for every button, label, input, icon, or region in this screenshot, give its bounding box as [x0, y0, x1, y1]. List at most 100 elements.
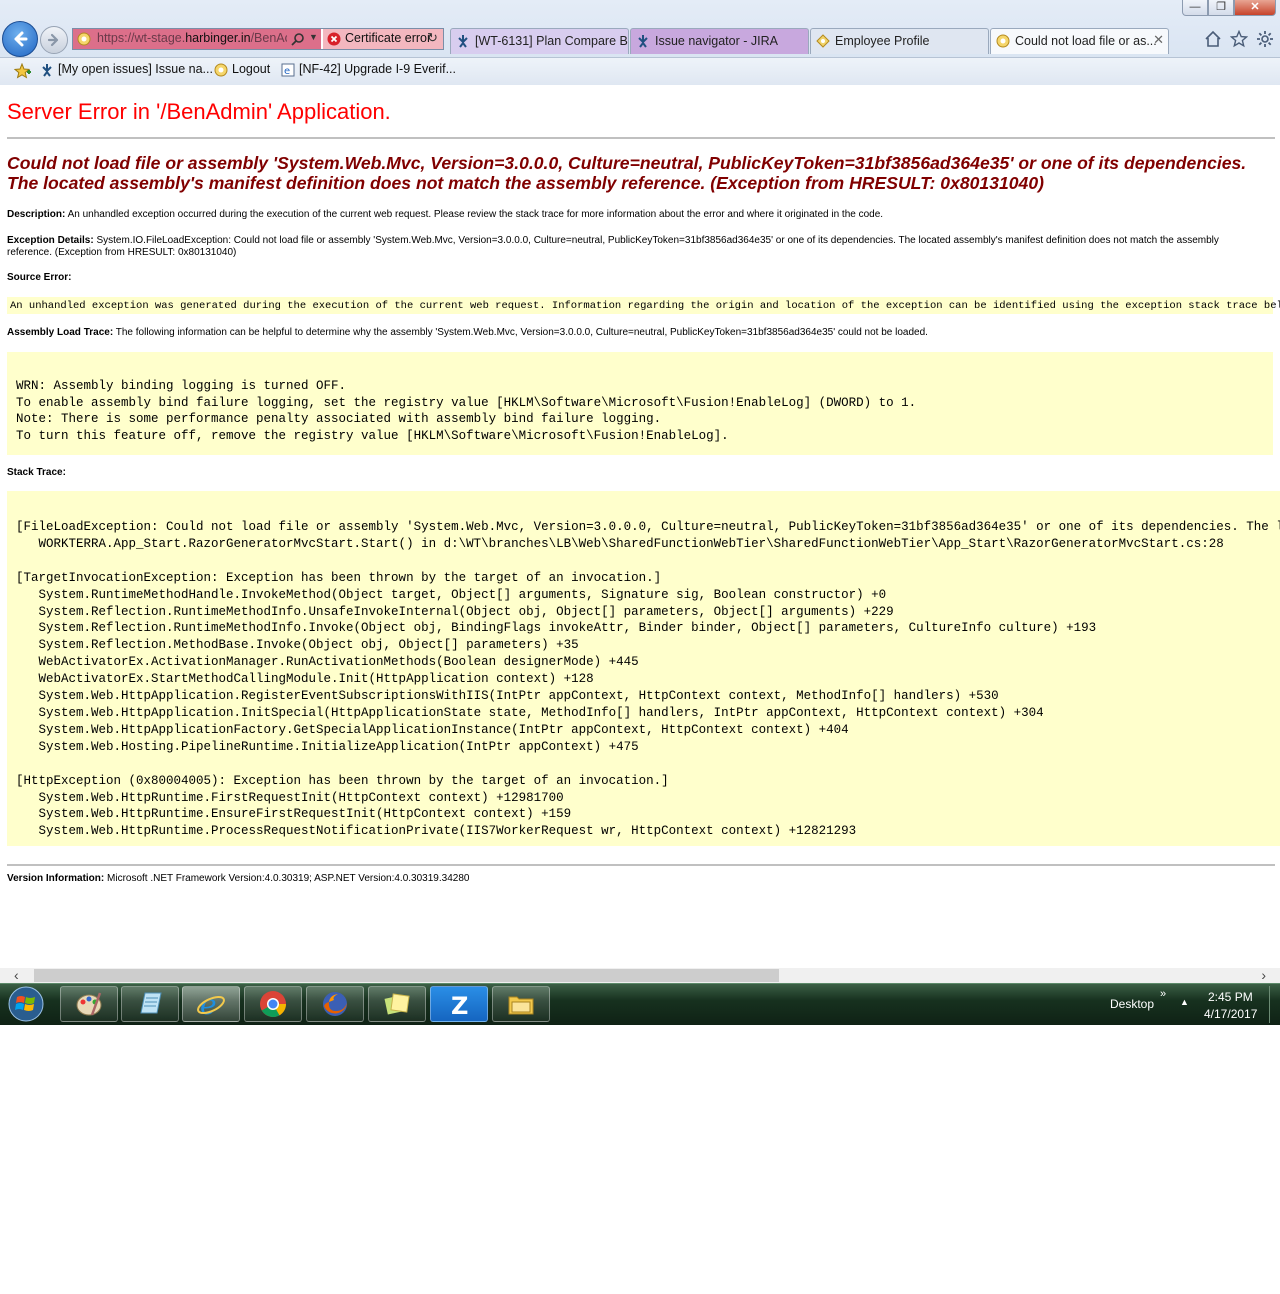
source-error-label: Source Error: — [7, 272, 72, 283]
tab-label: Issue navigator - JIRA — [655, 34, 778, 48]
minimize-button[interactable]: — — [1182, 0, 1208, 16]
warning-box: WRN: Assembly binding logging is turned … — [7, 352, 1273, 455]
clock-time[interactable]: 2:45 PM — [1208, 990, 1253, 1004]
scroll-right-icon[interactable]: › — [1261, 967, 1266, 983]
clock-date[interactable]: 4/17/2017 — [1204, 1007, 1257, 1021]
favorites-bar: [My open issues] Issue na... Logout e [NF… — [0, 57, 1280, 85]
divider — [7, 864, 1275, 866]
taskbar-app-notepad[interactable] — [121, 986, 179, 1022]
exception-details-section: Exception Details: System.IO.FileLoadExc… — [7, 235, 1257, 259]
page-content: Server Error in '/BenAdmin' Application.… — [0, 85, 1280, 968]
tab-issue-navigator[interactable]: Issue navigator - JIRA — [630, 28, 809, 54]
favorite-my-open-issues[interactable]: [My open issues] Issue na... — [40, 62, 213, 77]
assembly-label: Assembly Load Trace: — [7, 327, 114, 338]
taskbar-app-paint[interactable] — [60, 986, 118, 1022]
back-button[interactable] — [2, 21, 38, 57]
version-information: Version Information: Microsoft .NET Fram… — [7, 873, 469, 885]
scrollbar-thumb[interactable] — [34, 969, 779, 982]
taskbar-app-internet-explorer[interactable]: e — [182, 986, 240, 1022]
tab-server-error[interactable]: Could not load file or as... ✕ — [990, 28, 1169, 54]
favorite-label: Logout — [232, 62, 271, 76]
version-label: Version Information: — [7, 873, 105, 884]
folder-icon — [508, 996, 534, 1015]
tab-label: Employee Profile — [835, 34, 930, 48]
favorite-logout[interactable]: Logout — [214, 62, 270, 77]
start-button[interactable] — [4, 984, 48, 1024]
maximize-button[interactable]: ❐ — [1208, 0, 1234, 16]
taskbar-app-chrome[interactable] — [244, 986, 302, 1022]
chrome-icon — [260, 991, 287, 1018]
refresh-icon[interactable]: ↻ — [427, 30, 438, 46]
close-window-button[interactable]: ✕ — [1234, 0, 1276, 16]
exception-text: System.IO.FileLoadException: Could not l… — [7, 235, 1219, 258]
horizontal-scrollbar[interactable]: ‹ › — [0, 967, 1280, 983]
windows-logo-icon — [8, 986, 44, 1022]
warning-text: WRN: Assembly binding logging is turned … — [16, 379, 917, 444]
page-icon — [816, 34, 830, 48]
desktop-toolbar-label[interactable]: Desktop — [1110, 997, 1154, 1011]
search-icon[interactable] — [291, 32, 305, 46]
stack-trace-box: [FileLoadException: Could not load file … — [7, 491, 1280, 846]
favorite-label: [NF-42] Upgrade I-9 Everif... — [299, 62, 457, 76]
show-hidden-icons-icon[interactable]: ▲ — [1180, 997, 1189, 1007]
show-desktop-button[interactable] — [1269, 986, 1280, 1023]
source-error-box: An unhandled exception was generated dur… — [7, 297, 1280, 314]
taskbar-app-sticky-notes[interactable] — [368, 986, 426, 1022]
taskbar-app-zoho[interactable]: Z — [430, 986, 488, 1022]
divider — [7, 137, 1275, 139]
page-title: Server Error in '/BenAdmin' Application. — [7, 99, 391, 124]
svg-text:Z: Z — [451, 992, 468, 1019]
url-domain: harbinger.in — [185, 31, 251, 45]
svg-text:e: e — [284, 66, 290, 77]
chevron-right-icon[interactable]: » — [1160, 988, 1166, 1000]
assembly-load-trace-section: Assembly Load Trace: The following infor… — [7, 327, 1267, 339]
internet-explorer-icon: e — [197, 988, 225, 1020]
certificate-error-label: Certificate error — [345, 31, 432, 45]
error-shield-icon — [327, 32, 341, 46]
browser-chrome: — ❐ ✕ https://wt-stage.harbinger.in/BenA… — [0, 0, 1280, 85]
tab-plan-compare[interactable]: [WT-6131] Plan Compare B... — [450, 28, 629, 54]
taskbar: e Z Desktop » ▲ 2:45 PM 4/17/2017 — [0, 983, 1280, 1025]
tab-label: Could not load file or as... — [1015, 34, 1157, 48]
jira-icon — [42, 63, 52, 77]
paint-icon — [76, 992, 102, 1016]
favorite-nf-42[interactable]: e [NF-42] Upgrade I-9 Everif... — [281, 62, 456, 77]
favorites-star-icon[interactable] — [14, 63, 32, 79]
page-icon — [996, 34, 1010, 48]
gear-icon[interactable] — [1256, 30, 1274, 48]
arrow-left-icon — [14, 31, 28, 47]
close-tab-icon[interactable]: ✕ — [1153, 32, 1164, 48]
url-prefix: https://wt-stage. — [97, 31, 186, 45]
sticky-notes-icon — [384, 993, 410, 1015]
url-field[interactable]: https://wt-stage.harbinger.in/BenAc ▼ — [73, 29, 321, 49]
stack-trace-text: [FileLoadException: Could not load file … — [16, 520, 1280, 839]
address-bar[interactable]: https://wt-stage.harbinger.in/BenAc ▼ Ce… — [72, 28, 444, 50]
scroll-left-icon[interactable]: ‹ — [14, 967, 19, 983]
zoho-icon: Z — [451, 992, 468, 1019]
assembly-text: The following information can be helpful… — [115, 327, 928, 338]
exception-label: Exception Details: — [7, 235, 94, 246]
taskbar-app-firefox[interactable] — [306, 986, 364, 1022]
forward-button[interactable] — [40, 26, 68, 54]
stack-trace-section: Stack Trace: — [7, 467, 66, 479]
page-favicon-icon — [77, 32, 91, 46]
firefox-icon — [323, 992, 347, 1016]
url-suffix: /BenAc — [250, 31, 287, 45]
source-error-section: Source Error: — [7, 272, 71, 284]
toolbar-icons — [1204, 30, 1274, 48]
certificate-error-button[interactable]: Certificate error ↻ — [323, 29, 443, 49]
tab-employee-profile[interactable]: Employee Profile — [810, 28, 989, 54]
url-text: https://wt-stage.harbinger.in/BenAc — [97, 31, 287, 45]
star-icon[interactable] — [1230, 30, 1248, 48]
description-section: Description: An unhandled exception occu… — [7, 209, 1267, 221]
description-text: An unhandled exception occurred during t… — [67, 209, 884, 220]
taskbar-app-file-explorer[interactable] — [492, 986, 550, 1022]
version-text: Microsoft .NET Framework Version:4.0.303… — [107, 873, 470, 884]
arrow-right-icon — [47, 33, 59, 47]
home-icon[interactable] — [1204, 30, 1222, 48]
window-controls: — ❐ ✕ — [1182, 0, 1276, 18]
tab-label: [WT-6131] Plan Compare B... — [475, 34, 629, 48]
description-label: Description: — [7, 209, 66, 220]
page-icon — [214, 63, 228, 77]
chevron-down-icon[interactable]: ▼ — [309, 32, 318, 42]
